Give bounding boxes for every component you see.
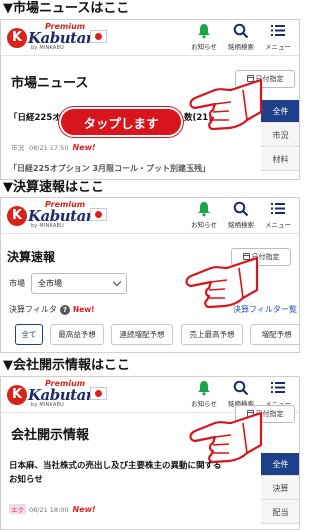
page-title: 市場ニュース <box>11 76 89 91</box>
chevron-down-icon <box>112 277 122 287</box>
search-label: 銘柄検索 <box>228 221 254 229</box>
app-header: K Premium Kabutan by MINKABU お知らせ 銘柄検索 メ… <box>1 20 299 56</box>
article-meta: エク 08/21 18:00 New! <box>9 504 96 514</box>
tab-dividend[interactable]: 配当 <box>261 501 299 524</box>
menu-icon <box>257 23 299 41</box>
filter-label: 決算フィルタ <box>9 305 57 314</box>
article-title-next[interactable]: 「日経225オプション 3月限コール・プット別建玉残」 <box>9 162 210 176</box>
section-heading-earnings: ▼決算速報はここ <box>3 180 104 195</box>
earnings-filter-row: 決算フィルタ? New! <box>9 304 95 315</box>
chip-record-sales[interactable]: 売上最高予想 <box>181 324 243 345</box>
section-heading-market-news: ▼市場ニュースはここ <box>3 1 130 16</box>
search-icon <box>220 380 262 398</box>
kabutan-logo[interactable]: K Premium Kabutan by MINKABU <box>7 379 97 410</box>
category-tag: 市況 <box>11 144 24 152</box>
search-icon <box>220 201 262 219</box>
japan-flag-icon[interactable] <box>90 208 107 221</box>
logo-by: by MINKABU <box>31 223 64 229</box>
article-title-line-2[interactable]: お知らせ <box>9 473 43 487</box>
pointing-hand-icon <box>185 256 259 309</box>
news-label: お知らせ <box>191 43 217 51</box>
tab-materials[interactable]: 材料 <box>261 148 299 171</box>
section-heading-disclosures: ▼会社開示情報はここ <box>3 358 130 373</box>
new-badge: New! <box>72 143 96 152</box>
tab-all[interactable]: 全件 <box>261 100 299 123</box>
kabutan-logo[interactable]: K Premium Kabutan by MINKABU <box>7 22 97 53</box>
chip-all[interactable]: 全て <box>15 324 43 345</box>
news-button[interactable]: お知らせ <box>183 200 225 232</box>
pointing-hand-icon <box>189 78 263 131</box>
category-tag: エク <box>9 504 26 514</box>
logo-mark: K <box>7 28 27 48</box>
logo-mark: K <box>7 206 27 226</box>
article-meta: 市況 08/21 17:50 New! <box>9 142 96 152</box>
bell-icon <box>183 23 225 41</box>
tap-callout: タップします <box>59 107 183 137</box>
menu-icon <box>257 201 299 219</box>
search-icon <box>220 23 262 41</box>
page-title: 会社開示情報 <box>11 428 90 443</box>
pointing-hand-icon <box>189 411 263 464</box>
tab-all[interactable]: 全件 <box>261 453 299 476</box>
menu-label: メニュー <box>265 43 291 51</box>
stock-search-button[interactable]: 銘柄検索 <box>220 22 262 54</box>
news-label: お知らせ <box>191 400 217 408</box>
chip-consecutive-dividend[interactable]: 連続増配予想 <box>111 324 173 345</box>
menu-button[interactable]: メニュー <box>257 22 299 54</box>
logo-mark: K <box>7 385 27 405</box>
news-button[interactable]: お知らせ <box>183 22 225 54</box>
new-badge: New! <box>72 305 95 314</box>
search-label: 銘柄検索 <box>228 43 254 51</box>
disclosures-panel: K Premium Kabutan by MINKABU お知らせ 銘柄検索 メ… <box>0 376 300 530</box>
article-title-start[interactable]: 「日経225オ <box>9 111 61 125</box>
market-label: 市場 <box>9 279 25 288</box>
page-title: 決算速報 <box>7 250 56 264</box>
logo-by: by MINKABU <box>31 45 64 51</box>
market-select-value: 全市場 <box>38 279 62 288</box>
stock-search-button[interactable]: 銘柄検索 <box>220 200 262 232</box>
timestamp: 08/21 18:00 <box>29 506 69 514</box>
tab-market[interactable]: 市況 <box>261 124 299 147</box>
news-button[interactable]: お知らせ <box>183 379 225 411</box>
new-badge: New! <box>72 505 96 514</box>
news-label: お知らせ <box>191 221 217 229</box>
bell-icon <box>183 380 225 398</box>
bell-icon <box>183 201 225 219</box>
logo-by: by MINKABU <box>31 402 64 408</box>
tab-earnings[interactable]: 決算 <box>261 477 299 500</box>
menu-icon <box>257 380 299 398</box>
help-icon[interactable]: ? <box>59 305 70 315</box>
app-header: K Premium Kabutan by MINKABU お知らせ 銘柄検索 メ… <box>1 198 299 234</box>
chip-record-profit[interactable]: 最高益予想 <box>50 324 104 345</box>
timestamp: 08/21 17:50 <box>29 144 69 152</box>
japan-flag-icon[interactable] <box>90 387 107 400</box>
menu-label: メニュー <box>265 221 291 229</box>
japan-flag-icon[interactable] <box>90 30 107 43</box>
earnings-panel: K Premium Kabutan by MINKABU お知らせ 銘柄検索 メ… <box>0 197 300 353</box>
market-news-panel: K Premium Kabutan by MINKABU お知らせ 銘柄検索 メ… <box>0 19 300 180</box>
menu-button[interactable]: メニュー <box>257 200 299 232</box>
market-select[interactable]: 全市場 <box>31 273 127 294</box>
kabutan-logo[interactable]: K Premium Kabutan by MINKABU <box>7 200 97 231</box>
chip-dividend-increase[interactable]: 増配予想 <box>250 324 299 345</box>
